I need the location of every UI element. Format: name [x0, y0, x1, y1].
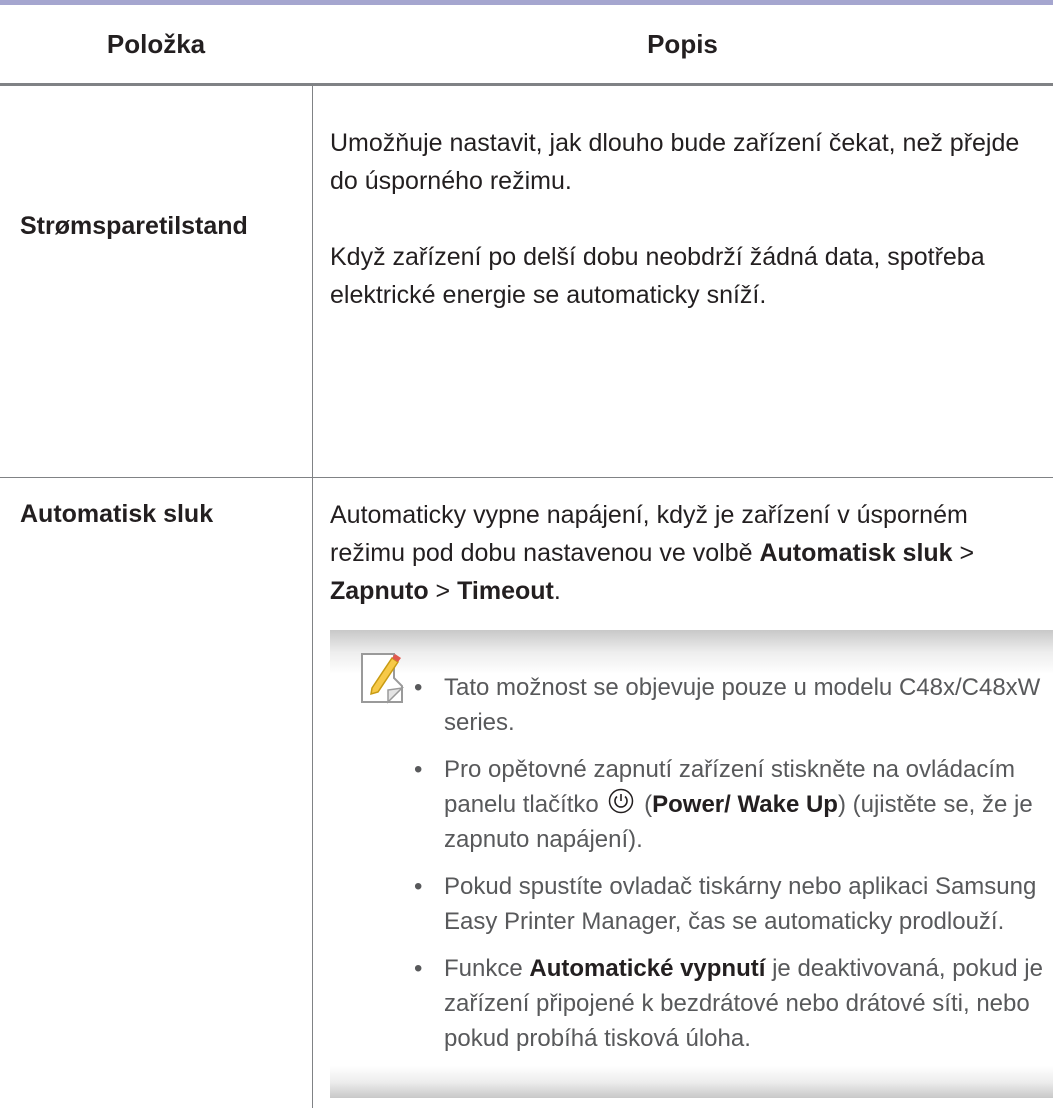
- note-text: Pokud spustíte ovladač tiskárny nebo apl…: [444, 873, 1037, 935]
- note-item: • Funkce Automatické vypnutí je deaktivo…: [414, 955, 1043, 1052]
- row-name-power-save: Strømsparetilstand: [20, 212, 248, 240]
- column-divider: [312, 478, 313, 1108]
- menu-path-2: Zapnuto: [330, 577, 429, 605]
- note-list: • Tato možnost se objevuje pouze u model…: [410, 670, 1050, 1068]
- header-item: Položka: [106, 28, 206, 59]
- power-wake-label: Power/ Wake Up: [652, 791, 838, 818]
- note-text: Funkce: [444, 955, 523, 982]
- note-item: • Pokud spustíte ovladač tiskárny nebo a…: [414, 873, 1037, 935]
- auto-off-label: Automatické vypnutí: [529, 955, 766, 982]
- menu-path-3: Timeout: [457, 577, 554, 605]
- row-name-auto-off: Automatisk sluk: [20, 500, 214, 528]
- path-end: .: [553, 577, 561, 605]
- column-divider: [312, 86, 313, 477]
- power-icon: [609, 788, 634, 814]
- row-divider: [0, 477, 1053, 478]
- path-sep: >: [959, 539, 975, 567]
- note-text: Tato možnost se objevuje pouze u modelu …: [444, 674, 1041, 736]
- paren-open: (: [644, 791, 653, 818]
- header-description: Popis: [647, 28, 718, 59]
- row-desc-paragraph: Když zařízení po delší dobu neobdrží žád…: [330, 243, 985, 309]
- row-desc-paragraph: Automaticky vypne napájení, když je zaří…: [330, 496, 1048, 610]
- table-header: Položka Popis: [0, 5, 1053, 86]
- menu-path-1: Automatisk sluk: [759, 539, 953, 567]
- note-pencil-icon: [361, 653, 405, 704]
- note-item: • Pro opětovné zapnutí zařízení stisknět…: [414, 756, 1033, 853]
- path-sep: >: [435, 577, 451, 605]
- note-item: • Tato možnost se objevuje pouze u model…: [414, 674, 1041, 736]
- row-desc-paragraph: Umožňuje nastavit, jak dlouho bude zaříz…: [330, 129, 1020, 195]
